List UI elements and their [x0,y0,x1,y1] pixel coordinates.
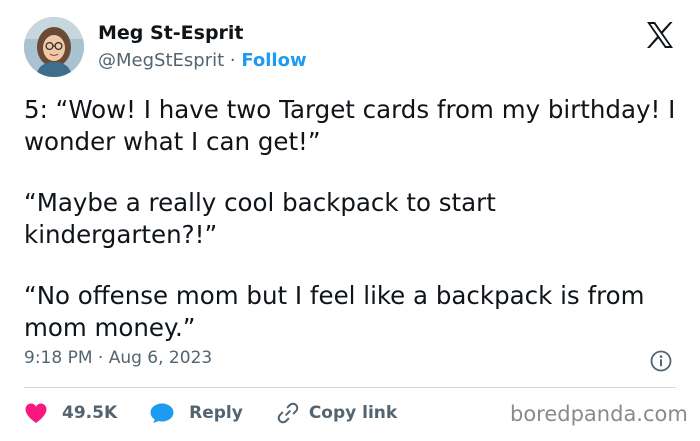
tweet-text: 5: “Wow! I have two Target cards from my… [24,94,684,344]
link-icon [277,402,299,424]
info-icon[interactable] [650,350,672,372]
like-button[interactable]: 49.5K [24,402,117,424]
heart-icon [25,403,47,423]
like-count: 49.5K [62,403,118,423]
author-name[interactable]: Meg St-Esprit [98,22,244,44]
x-logo-icon[interactable] [645,20,675,50]
handle-separator: · [224,50,242,71]
tweet-paragraph: 5: “Wow! I have two Target cards from my… [24,95,676,156]
follow-button[interactable]: Follow [241,50,306,71]
copy-link-label: Copy link [308,403,398,423]
tweet-timestamp[interactable]: 9:18 PM · Aug 6, 2023 [24,348,212,368]
reply-button[interactable]: Reply [149,402,243,424]
tweet-actions: 49.5K Reply Copy link [24,400,397,426]
tweet-paragraph: “Maybe a really cool backpack to start k… [24,188,496,249]
author-handle[interactable]: @MegStEsprit [98,50,224,71]
reply-label: Reply [189,403,243,423]
speech-bubble-icon [150,403,174,423]
tweet-paragraph: “No offense mom but I feel like a backpa… [24,281,645,342]
avatar[interactable] [24,17,84,77]
watermark: boredpanda.com [510,402,688,426]
author-handle-row: @MegStEsprit · Follow [98,50,307,71]
copy-link-button[interactable]: Copy link [277,402,397,424]
divider [24,387,676,388]
